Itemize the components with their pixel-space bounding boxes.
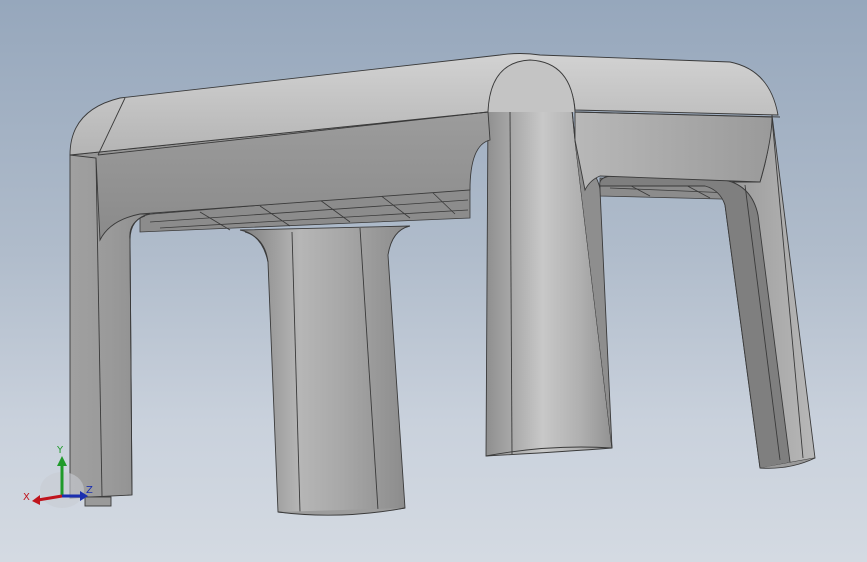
- x-axis-label: X: [23, 492, 30, 503]
- leg-center: [239, 225, 411, 516]
- coordinate-triad: Y Z X: [23, 445, 93, 508]
- z-axis-label: Z: [86, 485, 93, 496]
- graphics-viewport[interactable]: Y Z X: [0, 0, 867, 562]
- x-arrow-icon: [32, 495, 40, 505]
- y-axis-label: Y: [56, 445, 64, 456]
- stool-3d-model[interactable]: [0, 0, 867, 562]
- y-arrow-icon: [57, 456, 67, 466]
